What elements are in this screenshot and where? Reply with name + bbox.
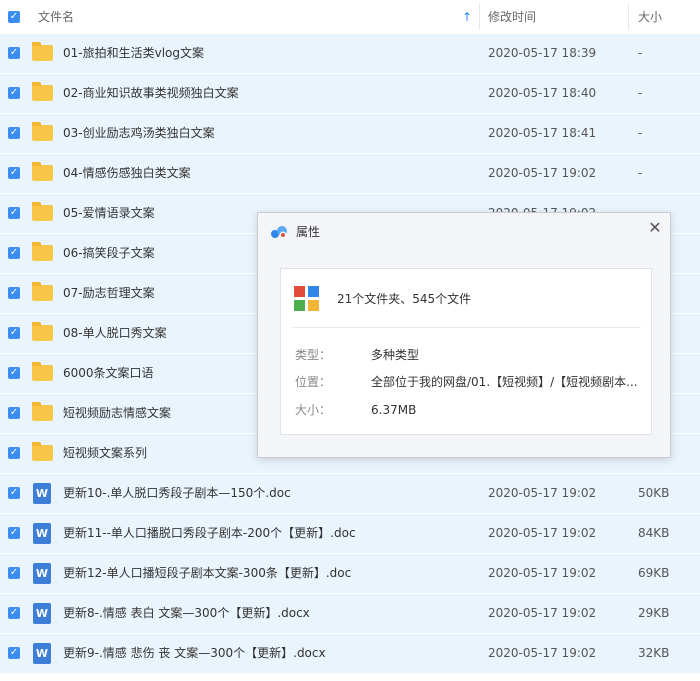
file-size: 29KB (638, 606, 670, 620)
folder-row[interactable]: ✓ 01-旅拍和生活类vlog文案 2020-05-17 18:39 - (0, 34, 700, 74)
word-doc-icon: W (33, 643, 51, 664)
row-checkbox[interactable]: ✓ (8, 407, 20, 419)
modified-time: 2020-05-17 18:40 (488, 86, 597, 100)
row-checkbox[interactable]: ✓ (8, 287, 20, 299)
modified-time: 2020-05-17 19:02 (488, 606, 597, 620)
folder-icon (32, 42, 53, 61)
modified-time: 2020-05-17 18:41 (488, 126, 597, 140)
modified-time: 2020-05-17 18:39 (488, 46, 597, 60)
file-name[interactable]: 更新11--单人口播脱口秀段子剧本-200个【更新】.doc (63, 514, 356, 553)
size-value: 6.37MB (371, 403, 417, 417)
folder-icon (32, 82, 53, 101)
file-size: 69KB (638, 566, 670, 580)
row-checkbox[interactable]: ✓ (8, 167, 20, 179)
file-name[interactable]: 07-励志哲理文案 (63, 274, 155, 313)
row-checkbox[interactable]: ✓ (8, 647, 20, 659)
folder-row[interactable]: ✓ 03-创业励志鸡汤类独白文案 2020-05-17 18:41 - (0, 114, 700, 154)
file-size: 50KB (638, 486, 670, 500)
sort-ascending-icon[interactable]: ↑ (462, 0, 472, 34)
column-divider (479, 4, 480, 30)
panel-divider (293, 327, 641, 328)
file-row[interactable]: ✓ W 更新11--单人口播脱口秀段子剧本-200个【更新】.doc 2020-05-… (0, 514, 700, 554)
file-name[interactable]: 01-旅拍和生活类vlog文案 (63, 34, 204, 73)
row-checkbox[interactable]: ✓ (8, 327, 20, 339)
close-icon[interactable]: ✕ (646, 219, 664, 237)
file-size: 84KB (638, 526, 670, 540)
folder-row[interactable]: ✓ 04-情感伤感独白类文案 2020-05-17 19:02 - (0, 154, 700, 194)
location-value[interactable]: 全部位于我的网盘/01.【短视频】/【短视频剧本... (371, 373, 638, 391)
select-all-checkbox[interactable]: ✓ (8, 11, 20, 23)
row-checkbox[interactable]: ✓ (8, 87, 20, 99)
file-name[interactable]: 05-爱情语录文案 (63, 194, 155, 233)
folder-icon (32, 362, 53, 381)
file-size: - (638, 46, 643, 60)
folder-icon (32, 122, 53, 141)
multi-file-type-icon (294, 286, 320, 312)
file-list-header: ✓ 文件名 ↑ 修改时间 大小 (0, 0, 700, 35)
row-checkbox[interactable]: ✓ (8, 367, 20, 379)
dialog-title: 属性 (296, 225, 321, 239)
row-checkbox[interactable]: ✓ (8, 447, 20, 459)
folder-icon (32, 322, 53, 341)
modified-time: 2020-05-17 19:02 (488, 646, 597, 660)
file-row[interactable]: ✓ W 更新9-.情感 悲伤 丧 文案—300个【更新】.docx 2020-05-1… (0, 634, 700, 674)
file-name[interactable]: 06-搞笑段子文案 (63, 234, 155, 273)
file-name[interactable]: 更新9-.情感 悲伤 丧 文案—300个【更新】.docx (63, 634, 326, 673)
folder-row[interactable]: ✓ 02-商业知识故事类视频独白文案 2020-05-17 18:40 - (0, 74, 700, 114)
file-name[interactable]: 更新12-单人口播短段子剧本文案-300条【更新】.doc (63, 554, 351, 593)
file-row[interactable]: ✓ W 更新8-.情感 表白 文案—300个【更新】.docx 2020-05-17 … (0, 594, 700, 634)
file-size: - (638, 126, 643, 140)
folder-icon (32, 402, 53, 421)
file-row[interactable]: ✓ W 更新12-单人口播短段子剧本文案-300条【更新】.doc 2020-05-1… (0, 554, 700, 594)
column-header-modified[interactable]: 修改时间 (488, 0, 536, 34)
baidu-cloud-icon (271, 226, 287, 239)
word-doc-icon: W (33, 483, 51, 504)
file-size: - (638, 166, 643, 180)
column-header-size[interactable]: 大小 (638, 0, 662, 34)
file-name[interactable]: 6000条文案口语 (63, 354, 154, 393)
size-label: 大小： (295, 403, 332, 417)
file-name[interactable]: 更新10-.单人脱口秀段子剧本—150个.doc (63, 474, 291, 513)
column-header-name[interactable]: 文件名 (38, 0, 74, 34)
folder-icon (32, 442, 53, 461)
row-checkbox[interactable]: ✓ (8, 127, 20, 139)
row-checkbox[interactable]: ✓ (8, 527, 20, 539)
row-checkbox[interactable]: ✓ (8, 567, 20, 579)
row-checkbox[interactable]: ✓ (8, 607, 20, 619)
file-name[interactable]: 04-情感伤感独白类文案 (63, 154, 191, 193)
file-row[interactable]: ✓ W 更新10-.单人脱口秀段子剧本—150个.doc 2020-05-17 19:… (0, 474, 700, 514)
word-doc-icon: W (33, 523, 51, 544)
file-name[interactable]: 03-创业励志鸡汤类独白文案 (63, 114, 215, 153)
selection-summary: 21个文件夹、545个文件 (337, 292, 472, 306)
column-divider (628, 4, 629, 30)
row-checkbox[interactable]: ✓ (8, 487, 20, 499)
modified-time: 2020-05-17 19:02 (488, 166, 597, 180)
row-checkbox[interactable]: ✓ (8, 247, 20, 259)
word-doc-icon: W (33, 563, 51, 584)
folder-icon (32, 242, 53, 261)
folder-icon (32, 162, 53, 181)
folder-icon (32, 202, 53, 221)
modified-time: 2020-05-17 19:02 (488, 526, 597, 540)
word-doc-icon: W (33, 603, 51, 624)
properties-dialog: 属性 ✕ 21个文件夹、545个文件 类型： 多种类型 位置： 全部位于我的网盘… (257, 212, 671, 458)
file-name[interactable]: 短视频文案系列 (63, 434, 147, 473)
folder-icon (32, 282, 53, 301)
modified-time: 2020-05-17 19:02 (488, 566, 597, 580)
properties-panel: 21个文件夹、545个文件 类型： 多种类型 位置： 全部位于我的网盘/01.【… (280, 268, 652, 435)
row-checkbox[interactable]: ✓ (8, 207, 20, 219)
file-name[interactable]: 02-商业知识故事类视频独白文案 (63, 74, 239, 113)
modified-time: 2020-05-17 19:02 (488, 486, 597, 500)
file-name[interactable]: 08-单人脱口秀文案 (63, 314, 167, 353)
file-name[interactable]: 更新8-.情感 表白 文案—300个【更新】.docx (63, 594, 310, 633)
file-name[interactable]: 短视频励志情感文案 (63, 394, 171, 433)
row-checkbox[interactable]: ✓ (8, 47, 20, 59)
location-label: 位置： (295, 375, 332, 389)
file-size: - (638, 86, 643, 100)
file-size: 32KB (638, 646, 670, 660)
type-value: 多种类型 (371, 348, 420, 362)
type-label: 类型： (295, 348, 332, 362)
